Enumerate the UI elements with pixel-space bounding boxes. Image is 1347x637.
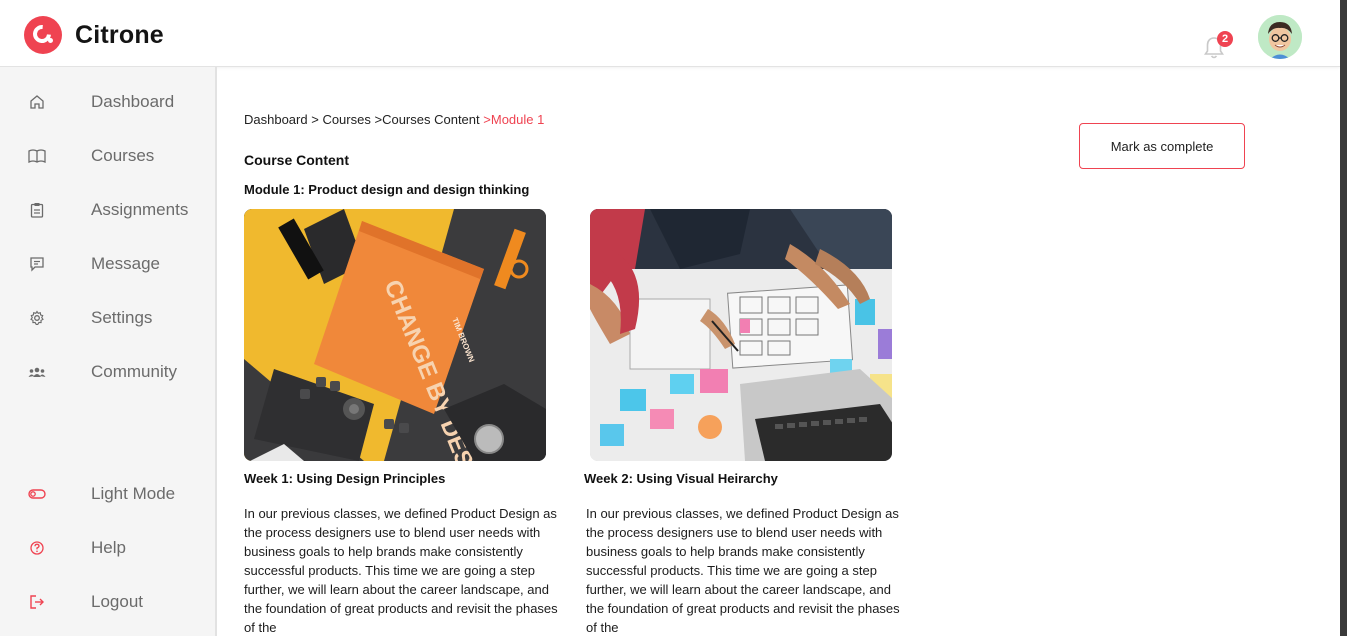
sidebar-item-dashboard[interactable]: Dashboard bbox=[0, 82, 215, 122]
sidebar-item-message[interactable]: Message bbox=[0, 244, 215, 284]
citrone-logo-icon bbox=[24, 16, 62, 54]
sidebar-item-label: Light Mode bbox=[91, 484, 176, 503]
home-icon bbox=[28, 93, 46, 111]
breadcrumb-current: Module 1 bbox=[490, 112, 545, 127]
sidebar-item-label: Logout bbox=[91, 592, 143, 611]
sidebar-item-courses[interactable]: Courses bbox=[0, 136, 215, 176]
page-title: Course Content bbox=[244, 152, 349, 168]
sidebar: Dashboard Courses Assignments Message Se… bbox=[0, 67, 217, 636]
user-avatar[interactable] bbox=[1258, 15, 1302, 59]
week-1-thumbnail[interactable]: CHANGE BY DESIGN TIM BROWN bbox=[244, 209, 546, 461]
week-1-description: In our previous classes, we defined Prod… bbox=[244, 506, 558, 635]
sidebar-item-community[interactable]: Community bbox=[0, 352, 215, 392]
message-icon bbox=[28, 255, 46, 273]
sidebar-item-assignments[interactable]: Assignments bbox=[0, 190, 215, 230]
sidebar-item-label: Message bbox=[91, 254, 160, 273]
breadcrumb: Dashboard > Courses >Courses Content >Mo… bbox=[244, 112, 544, 127]
page-scrollbar[interactable] bbox=[1340, 0, 1347, 636]
breadcrumb-separator: > bbox=[370, 112, 383, 127]
breadcrumb-dashboard[interactable]: Dashboard bbox=[244, 112, 308, 127]
top-bar: Citrone 2 bbox=[0, 0, 1340, 67]
main-content: Dashboard > Courses >Courses Content >Mo… bbox=[217, 67, 1340, 636]
module-title: Module 1: Product design and design thin… bbox=[244, 182, 530, 197]
clipboard-icon bbox=[28, 201, 46, 219]
sidebar-item-label: Help bbox=[91, 538, 126, 557]
toggle-icon bbox=[28, 485, 46, 503]
mark-as-complete-button[interactable]: Mark as complete bbox=[1079, 123, 1245, 169]
sidebar-item-label: Community bbox=[91, 362, 177, 381]
help-icon bbox=[28, 539, 46, 557]
sidebar-item-light-mode[interactable]: Light Mode bbox=[0, 474, 215, 514]
logout-icon bbox=[28, 593, 46, 611]
breadcrumb-separator: > bbox=[479, 112, 491, 127]
sidebar-item-label: Settings bbox=[91, 308, 153, 327]
breadcrumb-separator: > bbox=[307, 112, 323, 127]
sidebar-item-help[interactable]: Help bbox=[0, 528, 215, 568]
notification-count-badge: 2 bbox=[1217, 31, 1233, 47]
week-1-title[interactable]: Week 1: Using Design Principles bbox=[244, 471, 445, 486]
sidebar-item-label: Dashboard bbox=[91, 92, 175, 111]
book-icon bbox=[28, 147, 46, 165]
community-icon bbox=[28, 363, 46, 381]
sidebar-item-label: Courses bbox=[91, 146, 155, 165]
breadcrumb-courses[interactable]: Courses bbox=[322, 112, 370, 127]
sidebar-item-settings[interactable]: Settings bbox=[0, 298, 215, 338]
app-name: Citrone bbox=[75, 20, 164, 49]
week-2-description: In our previous classes, we defined Prod… bbox=[586, 506, 900, 635]
breadcrumb-courses-content[interactable]: Courses Content bbox=[382, 112, 480, 127]
app-logo[interactable]: Citrone bbox=[24, 16, 164, 54]
week-2-title[interactable]: Week 2: Using Visual Heirarchy bbox=[584, 471, 778, 486]
sidebar-item-logout[interactable]: Logout bbox=[0, 582, 215, 622]
week-2-thumbnail[interactable] bbox=[590, 209, 892, 461]
sidebar-item-label: Assignments bbox=[91, 200, 189, 219]
gear-icon bbox=[28, 309, 46, 327]
